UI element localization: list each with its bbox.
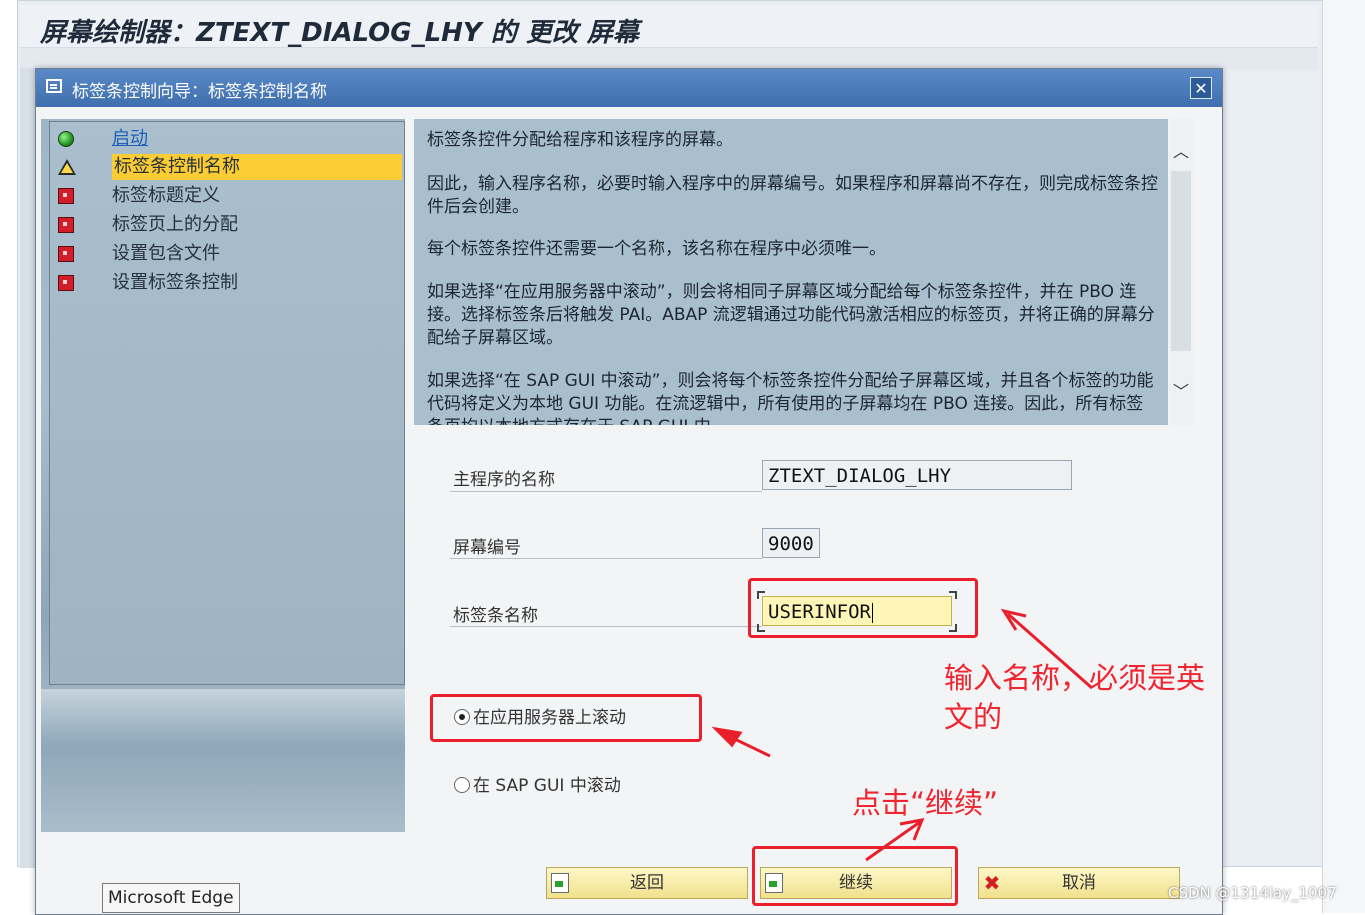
annotation-input-note-line2: 文的 xyxy=(944,700,1003,734)
watermark: CSDN @1314lay_1007 xyxy=(1168,884,1337,902)
annotation-arrows xyxy=(711,608,1093,862)
arrow-to-continue xyxy=(865,820,921,862)
annotation-click-note: 点击“继续” xyxy=(852,786,999,820)
annotation-input-note-line1: 输入名称，必须是英 xyxy=(944,661,1206,695)
taskbar-tooltip: Microsoft Edge xyxy=(102,883,240,913)
arrowhead xyxy=(711,726,743,748)
